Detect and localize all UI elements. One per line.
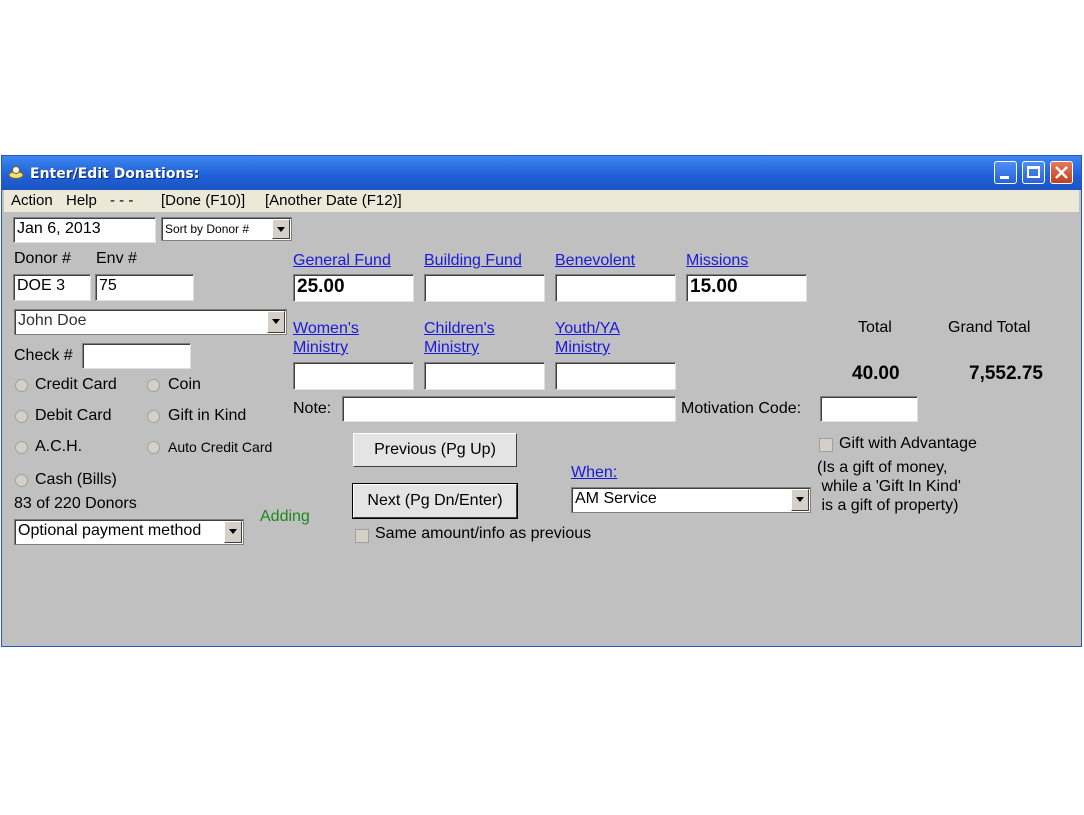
env-label: Env # xyxy=(96,250,137,267)
fund-womens-ministry-link[interactable]: Women's Ministry xyxy=(293,319,359,357)
motivation-code-field[interactable] xyxy=(820,396,918,422)
check-number-field[interactable] xyxy=(82,343,191,369)
when-dropdown[interactable]: AM Service xyxy=(571,487,811,513)
fund-childrens-ministry-link[interactable]: Children's Ministry xyxy=(424,319,495,357)
title-bar: Enter/Edit Donations: xyxy=(2,156,1081,190)
fund-general-link[interactable]: General Fund xyxy=(293,251,391,270)
radio-ach[interactable] xyxy=(15,441,28,454)
radio-coin[interactable] xyxy=(147,379,160,392)
optional-payment-dropdown[interactable]: Optional payment method xyxy=(14,519,244,545)
when-value: AM Service xyxy=(575,490,657,507)
chevron-down-icon[interactable] xyxy=(267,311,285,333)
fund-missions-link[interactable]: Missions xyxy=(686,251,748,270)
building-fund-field[interactable] xyxy=(424,274,545,302)
maximize-icon xyxy=(1027,166,1040,178)
total-value: 40.00 xyxy=(852,363,900,384)
menu-help[interactable]: Help xyxy=(66,192,97,209)
fund-youth-line1: Youth/YA xyxy=(555,320,620,337)
close-icon xyxy=(1055,166,1068,179)
gift-note-line1: (Is a gift of money, xyxy=(817,459,948,476)
radio-cash[interactable] xyxy=(15,474,28,487)
previous-button[interactable]: Previous (Pg Up) xyxy=(353,433,517,467)
same-amount-label: Same amount/info as previous xyxy=(375,525,592,542)
menu-another-date[interactable]: [Another Date (F12)] xyxy=(265,192,402,209)
gift-advantage-checkbox[interactable] xyxy=(819,438,833,452)
chevron-down-icon[interactable] xyxy=(272,219,290,239)
app-icon xyxy=(8,166,24,179)
date-field[interactable]: Jan 6, 2013 xyxy=(13,217,156,243)
fund-womens-line1: Women's xyxy=(293,320,359,337)
benevolent-field[interactable] xyxy=(555,274,676,302)
fund-childrens-line2: Ministry xyxy=(424,339,480,356)
donor-name-dropdown[interactable]: John Doe xyxy=(14,309,287,335)
minimize-button[interactable] xyxy=(994,161,1017,184)
chevron-down-icon[interactable] xyxy=(791,489,809,511)
fund-youth-ministry-link[interactable]: Youth/YA Ministry xyxy=(555,319,620,357)
general-fund-field[interactable]: 25.00 xyxy=(293,274,414,302)
donor-label: Donor # xyxy=(14,250,71,267)
radio-credit-card[interactable] xyxy=(15,379,28,392)
donor-number-field[interactable]: DOE 3 xyxy=(13,274,91,301)
env-number-field[interactable]: 75 xyxy=(95,274,194,301)
fund-womens-line2: Ministry xyxy=(293,339,349,356)
donor-name-value: John Doe xyxy=(18,312,87,329)
chevron-down-icon[interactable] xyxy=(224,521,242,543)
menu-separator: - - - xyxy=(110,192,134,209)
window-title: Enter/Edit Donations: xyxy=(30,166,200,182)
donations-window: Enter/Edit Donations: Action Help - - - … xyxy=(1,155,1082,647)
childrens-ministry-field[interactable] xyxy=(424,362,545,390)
auto-credit-card-label: Auto Credit Card xyxy=(168,439,273,455)
missions-field[interactable]: 15.00 xyxy=(686,274,807,302)
minimize-icon xyxy=(1000,176,1009,179)
cash-label: Cash (Bills) xyxy=(35,471,117,488)
total-label: Total xyxy=(858,319,892,336)
gift-note-line3: is a gift of property) xyxy=(817,497,959,514)
radio-auto-credit-card[interactable] xyxy=(147,441,160,454)
menu-action[interactable]: Action xyxy=(11,192,53,209)
menu-bar: Action Help - - - [Done (F10)] [Another … xyxy=(4,190,1079,212)
check-label: Check # xyxy=(14,347,73,364)
donor-count: 83 of 220 Donors xyxy=(14,495,137,512)
ach-label: A.C.H. xyxy=(35,438,83,455)
debit-card-label: Debit Card xyxy=(35,407,112,424)
womens-ministry-field[interactable] xyxy=(293,362,414,390)
gift-in-kind-label: Gift in Kind xyxy=(168,407,247,424)
sort-value: Sort by Donor # xyxy=(165,222,250,236)
credit-card-label: Credit Card xyxy=(35,376,117,393)
grand-total-label: Grand Total xyxy=(948,319,1031,336)
fund-building-link[interactable]: Building Fund xyxy=(424,251,522,270)
radio-debit-card[interactable] xyxy=(15,410,28,423)
youth-ministry-field[interactable] xyxy=(555,362,676,390)
gift-advantage-label: Gift with Advantage xyxy=(839,435,977,452)
coin-label: Coin xyxy=(168,376,201,393)
fund-youth-line2: Ministry xyxy=(555,339,611,356)
grand-total-value: 7,552.75 xyxy=(969,363,1043,384)
sort-dropdown[interactable]: Sort by Donor # xyxy=(161,217,292,241)
motivation-code-label: Motivation Code: xyxy=(681,400,802,417)
gift-note-line2: while a 'Gift In Kind' xyxy=(817,478,961,495)
maximize-button[interactable] xyxy=(1022,161,1045,184)
optional-payment-value: Optional payment method xyxy=(18,522,202,539)
gift-advantage-note: (Is a gift of money, while a 'Gift In Ki… xyxy=(817,458,961,515)
note-label: Note: xyxy=(293,400,332,417)
next-button[interactable]: Next (Pg Dn/Enter) xyxy=(352,483,518,519)
fund-benevolent-link[interactable]: Benevolent xyxy=(555,251,635,270)
same-amount-checkbox[interactable] xyxy=(355,529,369,543)
status-text: Adding xyxy=(260,508,310,525)
radio-gift-in-kind[interactable] xyxy=(147,410,160,423)
close-button[interactable] xyxy=(1050,161,1073,184)
menu-done[interactable]: [Done (F10)] xyxy=(161,192,245,209)
when-link[interactable]: When: xyxy=(571,463,617,482)
fund-childrens-line1: Children's xyxy=(424,320,495,337)
note-field[interactable] xyxy=(342,396,676,422)
